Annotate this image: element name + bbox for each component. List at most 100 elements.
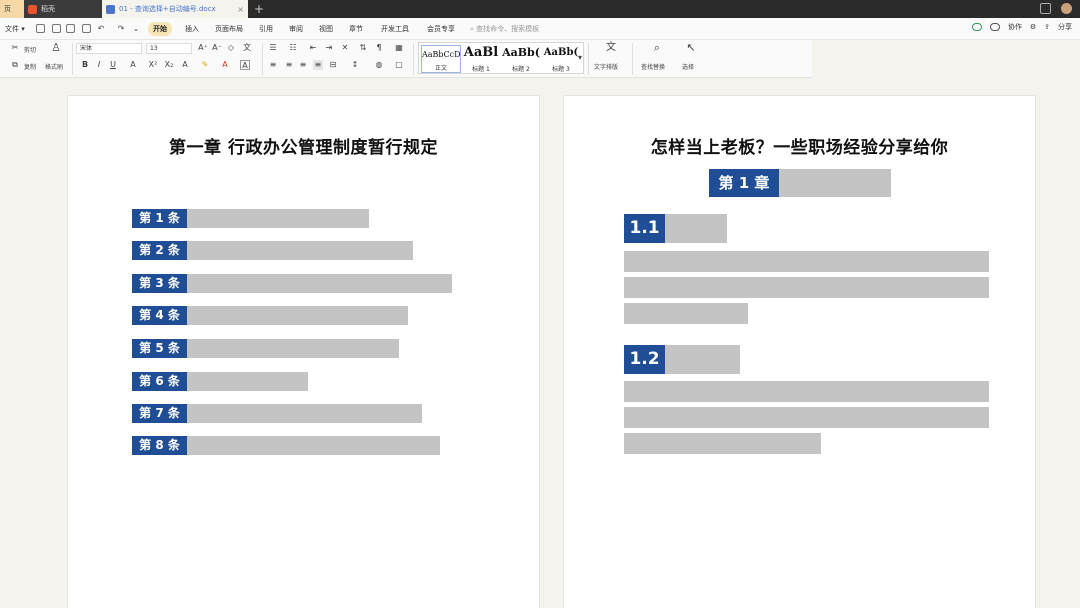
- article-placeholder-bar: [187, 306, 408, 325]
- sort-icon[interactable]: ⇅: [358, 43, 368, 53]
- style-name: 标题 3: [552, 66, 570, 73]
- font-size-value: 13: [150, 45, 158, 52]
- italic-icon[interactable]: I: [94, 60, 104, 70]
- tab-docer[interactable]: 稻壳: [24, 0, 102, 18]
- quick-access-more-icon[interactable]: ⌄: [131, 24, 141, 34]
- copy-button[interactable]: 复制: [24, 62, 36, 71]
- redo-icon[interactable]: ↷: [116, 24, 126, 34]
- article-placeholder-bar: [187, 372, 308, 391]
- tab-member[interactable]: 会员专享: [422, 22, 460, 36]
- table-icon[interactable]: ▦: [394, 43, 404, 53]
- align-center-icon[interactable]: ≡: [284, 60, 294, 70]
- grow-font-icon[interactable]: A⁺: [198, 43, 208, 53]
- tab-chapter[interactable]: 章节: [344, 22, 368, 36]
- distributed-icon[interactable]: ⊟: [328, 60, 338, 70]
- article-label: 第 8 条: [132, 436, 187, 455]
- font-name-select[interactable]: 宋体: [76, 43, 142, 54]
- format-painter-button[interactable]: 格式刷: [45, 62, 63, 71]
- align-left-icon[interactable]: ≡: [268, 60, 278, 70]
- tab-docer-label: 稻壳: [41, 5, 55, 13]
- find-replace-button[interactable]: 查找替换: [641, 62, 665, 71]
- window-controls: [1040, 3, 1072, 14]
- print-icon[interactable]: [66, 24, 75, 33]
- article-placeholder-bar: [187, 404, 422, 423]
- char-border-icon[interactable]: A: [240, 60, 250, 70]
- docer-icon: [28, 4, 37, 14]
- line-spacing-icon[interactable]: ↕: [350, 60, 360, 70]
- copy-icon[interactable]: ⧉: [10, 60, 20, 70]
- subscript-icon[interactable]: X₂: [164, 60, 174, 70]
- tab-view[interactable]: 视图: [314, 22, 338, 36]
- paragraph-placeholder-bar: [624, 381, 989, 402]
- text-layout-icon[interactable]: ⽂: [606, 43, 616, 53]
- style-heading-2[interactable]: AaBb( 标题 2: [501, 45, 541, 73]
- tab-document[interactable]: 01 - 查询选择+自动编号.docx ×: [102, 0, 248, 18]
- new-tab-button[interactable]: +: [254, 0, 264, 18]
- chinese-layout-icon[interactable]: ✕: [340, 43, 350, 53]
- tab-start[interactable]: 开始: [148, 22, 172, 36]
- bullet-list-icon[interactable]: ☰: [268, 43, 278, 53]
- share-button[interactable]: 分享: [1058, 22, 1072, 32]
- find-icon[interactable]: ⌕: [652, 42, 662, 53]
- cut-button[interactable]: 剪切: [24, 45, 36, 54]
- tab-page-layout[interactable]: 页面布局: [210, 22, 248, 36]
- article-label: 第 4 条: [132, 306, 187, 325]
- command-search[interactable]: ⌕ 查找命令、搜索模板: [470, 22, 539, 36]
- article-label: 第 1 条: [132, 209, 187, 228]
- window-layout-icon[interactable]: [1040, 3, 1051, 14]
- underline-icon[interactable]: U: [108, 60, 118, 70]
- increase-indent-icon[interactable]: ⇥: [324, 43, 334, 53]
- shading-icon[interactable]: ◍: [374, 60, 384, 70]
- phonetic-icon[interactable]: 文: [242, 43, 252, 53]
- highlight-icon[interactable]: ✎: [200, 60, 210, 70]
- show-marks-icon[interactable]: ¶: [374, 43, 384, 53]
- style-heading-1[interactable]: AaBl 标题 1: [461, 45, 501, 73]
- justify-icon[interactable]: ≡: [313, 60, 323, 70]
- font-size-select[interactable]: 13: [146, 43, 192, 54]
- font-color-icon[interactable]: A: [220, 60, 230, 70]
- collab-icon: [989, 23, 1000, 31]
- text-effect-icon[interactable]: A: [180, 60, 190, 70]
- format-painter-icon[interactable]: ♙: [51, 42, 61, 53]
- ribbon-toolbar: ✂ 剪切 ⧉ 复制 ♙ 格式刷 宋体 13 A⁺ A⁻ ◇ 文 B I U A …: [0, 40, 812, 78]
- bold-icon[interactable]: B: [80, 60, 90, 70]
- numbered-list-icon[interactable]: ☷: [288, 43, 298, 53]
- cut-icon[interactable]: ✂: [10, 43, 20, 53]
- avatar[interactable]: [1061, 3, 1072, 14]
- page-title: 第一章 行政办公管理制度暂行规定: [169, 138, 438, 158]
- export-icon[interactable]: [52, 24, 61, 33]
- close-icon[interactable]: ×: [237, 5, 244, 14]
- chapter-label: 第 1 章: [709, 169, 779, 197]
- settings-icon[interactable]: ⚙: [1030, 23, 1036, 31]
- collab-button[interactable]: 协作: [1008, 22, 1022, 32]
- superscript-icon[interactable]: X²: [148, 60, 158, 70]
- document-page-left[interactable]: 第一章 行政办公管理制度暂行规定 第 1 条 第 2 条 第 3 条 第 4 条…: [67, 95, 540, 608]
- decrease-indent-icon[interactable]: ⇤: [308, 43, 318, 53]
- clear-format-icon[interactable]: ◇: [226, 43, 236, 53]
- save-icon[interactable]: [36, 24, 45, 33]
- text-layout-button[interactable]: 文字排版: [594, 62, 618, 71]
- cloud-sync-icon[interactable]: [971, 23, 982, 31]
- strikethrough-icon[interactable]: A: [128, 60, 138, 70]
- select-button[interactable]: 选择: [682, 62, 694, 71]
- tab-document-label: 01 - 查询选择+自动编号.docx: [119, 5, 216, 13]
- undo-icon[interactable]: ↶: [96, 24, 106, 34]
- style-gallery-more-icon[interactable]: ▾: [575, 53, 585, 63]
- tab-review[interactable]: 审阅: [284, 22, 308, 36]
- article-label: 第 2 条: [132, 241, 187, 260]
- tab-insert[interactable]: 插入: [180, 22, 204, 36]
- tab-developer[interactable]: 开发工具: [376, 22, 414, 36]
- document-page-right[interactable]: 怎样当上老板？一些职场经验分享给你 第 1 章 1.1 1.2: [563, 95, 1036, 608]
- preview-icon[interactable]: [82, 24, 91, 33]
- menu-file[interactable]: 文件 ▾: [0, 22, 30, 36]
- article-label: 第 5 条: [132, 339, 187, 358]
- tab-home[interactable]: 页: [0, 0, 24, 18]
- shrink-font-icon[interactable]: A⁻: [212, 43, 222, 53]
- style-normal[interactable]: AaBbCcDd 正文: [421, 45, 461, 73]
- border-icon[interactable]: ▢: [394, 60, 404, 70]
- tab-references[interactable]: 引用: [254, 22, 278, 36]
- cursor-icon[interactable]: ↖: [686, 42, 696, 53]
- align-right-icon[interactable]: ≡: [298, 60, 308, 70]
- menu-bar: 文件 ▾ ↶ ↷ ⌄ 开始 插入 页面布局 引用 审阅 视图 章节 开发工具 会…: [0, 18, 1080, 40]
- article-placeholder-bar: [187, 274, 452, 293]
